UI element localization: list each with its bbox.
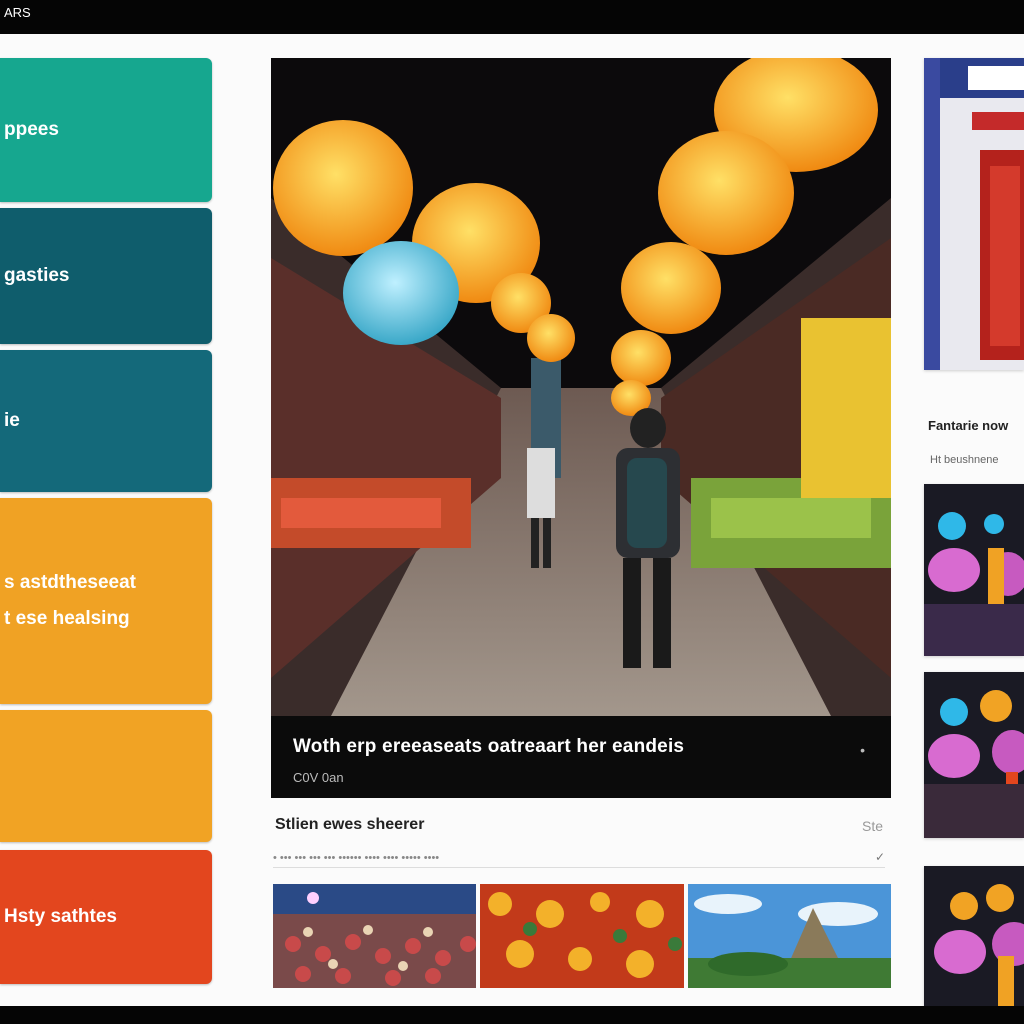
gallery-section: Stlien ewes sheerer Ste • ••• ••• ••• ••… — [271, 804, 891, 1004]
check-icon[interactable]: ✓ — [875, 850, 885, 864]
bottom-bar — [0, 1006, 1024, 1024]
page: ppees gasties ie s astdtheseeat t ese he… — [0, 34, 1024, 1006]
window-titlebar: ARS — [0, 0, 1024, 34]
card-lanterns-1[interactable] — [924, 484, 1024, 656]
right-title: Fantarie now — [928, 418, 1009, 433]
sidebar-item-label: Hsty sathtes — [4, 906, 117, 927]
thumbnail-mountain[interactable] — [687, 884, 891, 988]
hero-caption: Woth erp ereeaseats oatreaart her eandei… — [271, 716, 891, 798]
sidebar-item-label: gasties — [4, 265, 70, 286]
thumbnail-strip — [273, 884, 891, 988]
card-temple[interactable] — [924, 58, 1024, 370]
right-column: Fantarie now Ht beushnene — [920, 58, 1024, 1006]
sidebar-item-1[interactable]: ppees — [0, 58, 212, 202]
sidebar-item-3[interactable]: ie — [0, 350, 212, 492]
sidebar-item-label: ppees — [4, 119, 59, 140]
card-lanterns-3[interactable] — [924, 866, 1024, 1006]
hero-subtitle: C0V 0an — [293, 770, 344, 785]
sidebar-item-5[interactable] — [0, 710, 212, 842]
section-title: Stlien ewes sheerer — [275, 816, 425, 833]
more-icon[interactable]: • — [860, 742, 865, 758]
hero-card[interactable]: Woth erp ereeaseats oatreaart her eandei… — [271, 58, 891, 798]
right-subtitle: Ht beushnene — [930, 454, 999, 466]
sidebar-item-6[interactable]: Hsty sathtes — [0, 850, 212, 984]
hero-image — [271, 58, 891, 716]
hero-title: Woth erp ereeaseats oatreaart her eandei… — [293, 736, 685, 757]
sidebar-item-label: ie — [4, 410, 20, 431]
sidebar-item-label: s astdtheseeat — [4, 572, 137, 593]
thumbnail-crowd[interactable] — [273, 884, 477, 988]
sidebar-item-2[interactable]: gasties — [0, 208, 212, 344]
window-title: ARS — [4, 5, 31, 20]
section-action-link[interactable]: Ste — [862, 818, 883, 834]
card-lanterns-2[interactable] — [924, 672, 1024, 838]
sidebar-item-4[interactable]: s astdtheseeat t ese healsing — [0, 498, 212, 704]
sidebar-item-label-2: t ese healsing — [4, 608, 130, 629]
filter-row[interactable]: • ••• ••• ••• ••• •••••• •••• •••• •••••… — [273, 852, 885, 868]
thumbnail-pattern[interactable] — [480, 884, 684, 988]
